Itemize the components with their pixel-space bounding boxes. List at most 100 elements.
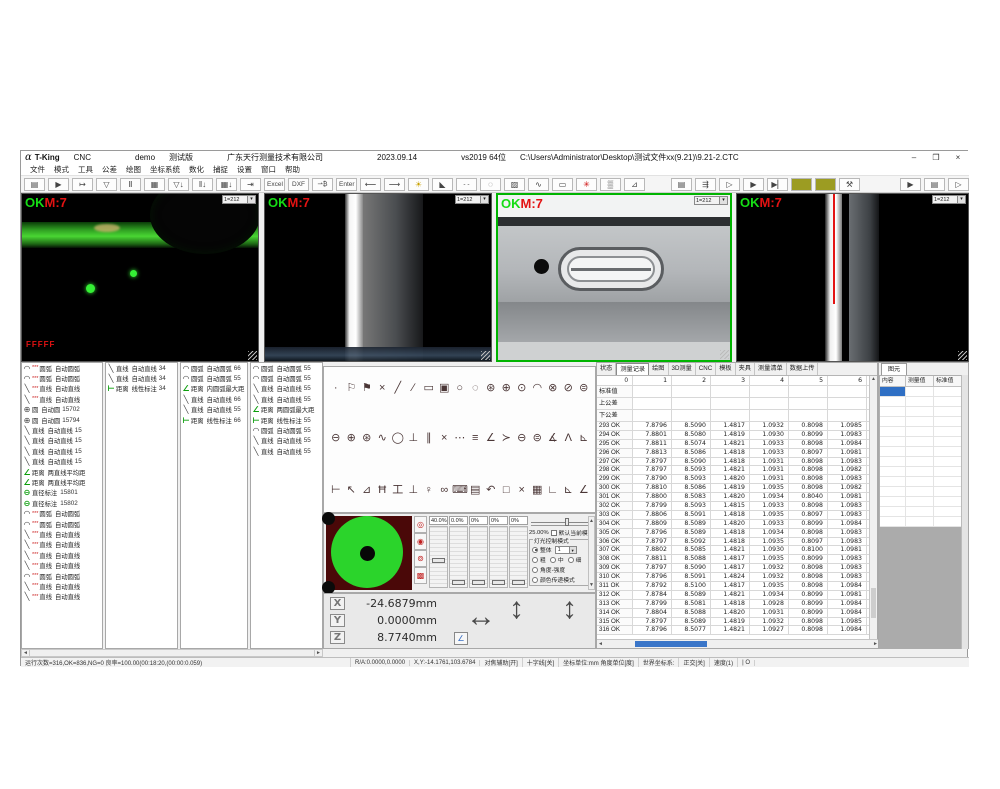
feature-item[interactable]: ◠***圆弧自动圆弧 bbox=[22, 519, 102, 529]
element-row[interactable] bbox=[880, 507, 962, 517]
measure-tool-icon-row2-7[interactable]: × bbox=[437, 431, 453, 447]
measure-tool-icon-row2-3[interactable]: ∿ bbox=[375, 431, 391, 447]
enter-button[interactable]: Enter bbox=[336, 178, 357, 191]
feature-item[interactable]: ◠***圆弧自动圆弧 bbox=[22, 571, 102, 581]
ring-mode-button-0[interactable]: ◎ bbox=[414, 516, 427, 533]
measure-tool-icon-row3-10[interactable]: ↶ bbox=[483, 483, 499, 499]
camera-view-2[interactable]: OKM:7 1=212▾ bbox=[264, 193, 492, 362]
ring-light-indicator[interactable] bbox=[326, 516, 412, 590]
feature-item[interactable]: ╲直线自动直线34 bbox=[106, 373, 177, 383]
play-2-button[interactable]: ▶ bbox=[900, 178, 921, 191]
menu-item-文件[interactable]: 文件 bbox=[30, 164, 45, 175]
feature-item[interactable]: ╲直线自动直线34 bbox=[106, 363, 177, 373]
measure-tool-icon-row3-15[interactable]: ⊾ bbox=[561, 483, 577, 499]
probe-button[interactable]: ▽ bbox=[96, 178, 117, 191]
element-row[interactable] bbox=[880, 457, 962, 467]
default-mode-checkbox[interactable] bbox=[551, 530, 557, 536]
measure-tool-icon-row3-11[interactable]: □ bbox=[499, 483, 515, 499]
table-row[interactable]: 296 OK7.88138.50861.48181.09330.80971.09… bbox=[597, 449, 877, 458]
menu-item-模式[interactable]: 模式 bbox=[54, 164, 69, 175]
measure-tool-icon-row3-0[interactable]: ⊢ bbox=[328, 483, 344, 499]
table-row[interactable]: 312 OK7.87848.50891.48211.09340.80991.09… bbox=[597, 591, 877, 600]
feature-item[interactable]: ╲直线自动直线55 bbox=[251, 446, 322, 456]
table-row[interactable]: 294 OK7.88018.50801.48191.09300.80991.09… bbox=[597, 431, 877, 440]
table-row[interactable]: 300 OK7.88108.50861.48191.09350.80981.09… bbox=[597, 484, 877, 493]
tab-CNC[interactable]: CNC bbox=[696, 363, 716, 375]
element-panel-scrollbar[interactable] bbox=[961, 375, 968, 649]
measure-tool-icon-row3-14[interactable]: ∟ bbox=[545, 483, 561, 499]
camera2-resize-grip[interactable] bbox=[481, 351, 490, 360]
menu-item-坐标系统[interactable]: 坐标系统 bbox=[150, 164, 180, 175]
table-row[interactable]: 293 OK7.87968.50901.48171.09320.80981.09… bbox=[597, 422, 877, 431]
slider-thumb[interactable] bbox=[452, 580, 465, 585]
measure-tool-icon-row3-4[interactable]: 工 bbox=[390, 483, 406, 499]
menu-item-绘图[interactable]: 绘图 bbox=[126, 164, 141, 175]
step-button[interactable]: ↦ bbox=[72, 178, 93, 191]
stop-button[interactable]: ■ bbox=[791, 178, 812, 191]
measure-tool-icon-row1-16[interactable]: ⊜ bbox=[576, 381, 592, 397]
slider-thumb[interactable] bbox=[512, 580, 525, 585]
feature-item[interactable]: ∠距离两直线平均距 bbox=[22, 477, 102, 487]
arrow-right-button[interactable]: ⟶ bbox=[384, 178, 405, 191]
measure-tool-icon-row1-14[interactable]: ⊗ bbox=[545, 381, 561, 397]
tab-测量记录[interactable]: 测量记录 bbox=[616, 363, 649, 375]
table-vertical-scrollbar[interactable]: ▲ bbox=[869, 376, 877, 640]
measure-tool-icon-row2-10[interactable]: ∠ bbox=[483, 431, 499, 447]
element-row[interactable] bbox=[880, 387, 962, 397]
feature-item[interactable]: ⊢距离线性标注55 bbox=[251, 415, 322, 425]
feature-item[interactable]: ╲***直线自动直线 bbox=[22, 384, 102, 394]
element-row[interactable] bbox=[880, 407, 962, 417]
image-button[interactable]: ◣ bbox=[432, 178, 453, 191]
table-row[interactable]: 298 OK7.87978.50931.48211.09310.80981.09… bbox=[597, 466, 877, 475]
radio-color-transfer[interactable] bbox=[532, 577, 538, 583]
feature-item[interactable]: ◠***圆弧自动圆弧 bbox=[22, 508, 102, 518]
element-row[interactable] bbox=[880, 497, 962, 507]
measure-tool-icon-row1-1[interactable]: ⚐ bbox=[344, 381, 360, 397]
measure-tool-icon-row1-0[interactable]: · bbox=[328, 381, 344, 397]
table-row[interactable]: 314 OK7.88048.50881.48201.09310.80991.09… bbox=[597, 609, 877, 618]
camera1-selector[interactable]: 1=212▾ bbox=[222, 195, 256, 204]
excel-export-button[interactable]: Excel bbox=[264, 178, 285, 191]
tools-button[interactable]: ⚒ bbox=[839, 178, 860, 191]
table-row[interactable]: 299 OK7.87908.50931.48201.09310.80981.09… bbox=[597, 475, 877, 484]
measure-tool-icon-row2-2[interactable]: ⊛ bbox=[359, 431, 375, 447]
measure-tool-icon-row2-16[interactable]: ⊾ bbox=[576, 431, 592, 447]
open-3-button[interactable]: ▷ bbox=[948, 178, 969, 191]
ring-mode-button-1[interactable]: ◉ bbox=[414, 533, 427, 550]
tab-夹具[interactable]: 夹具 bbox=[736, 363, 755, 375]
measure-tool-icon-row3-12[interactable]: × bbox=[514, 483, 530, 499]
slider-track[interactable] bbox=[509, 526, 528, 588]
feature-item[interactable]: ⊢距离线性标注34 bbox=[106, 384, 177, 394]
measure-tool-icon-row1-13[interactable]: ◠ bbox=[530, 381, 546, 397]
measure-tool-icon-row1-8[interactable]: ○ bbox=[452, 381, 468, 397]
camera-view-1[interactable]: OKM:7 1=212▾ FFFFF bbox=[21, 193, 259, 362]
menu-item-数化[interactable]: 数化 bbox=[189, 164, 204, 175]
master-slider[interactable] bbox=[531, 518, 593, 526]
measure-tool-icon-row3-3[interactable]: Ħ bbox=[375, 483, 391, 499]
element-row[interactable] bbox=[880, 397, 962, 407]
measure-tool-icon-row2-9[interactable]: ≡ bbox=[468, 431, 484, 447]
measure-tool-icon-row2-4[interactable]: ◯ bbox=[390, 431, 406, 447]
radio-细[interactable] bbox=[568, 557, 574, 563]
list-horizontal-scrollbar[interactable]: ◄► bbox=[21, 649, 323, 657]
feature-item[interactable]: ⊖直径标注15802 bbox=[22, 498, 102, 508]
feature-item[interactable]: ╲直线自动直线55 bbox=[251, 436, 322, 446]
measure-tool-icon-row3-6[interactable]: ♀ bbox=[421, 483, 437, 499]
measure-tool-icon-row2-0[interactable]: ⊖ bbox=[328, 431, 344, 447]
measure-tool-icon-row2-1[interactable]: ⊕ bbox=[344, 431, 360, 447]
feature-item[interactable]: ◠圆弧自动圆弧55 bbox=[251, 425, 322, 435]
measure-tool-icon-row2-5[interactable]: ⊥ bbox=[406, 431, 422, 447]
measure-tool-icon-row1-10[interactable]: ⊛ bbox=[483, 381, 499, 397]
measure-tool-icon-row2-6[interactable]: ∥ bbox=[421, 431, 437, 447]
measure-tool-icon-row1-9[interactable]: ◌ bbox=[468, 381, 484, 397]
element-row[interactable] bbox=[880, 447, 962, 457]
measure-tool-icon-row1-3[interactable]: × bbox=[375, 381, 391, 397]
measure-tool-icon-row1-12[interactable]: ⊙ bbox=[514, 381, 530, 397]
element-row[interactable] bbox=[880, 487, 962, 497]
element-row[interactable] bbox=[880, 427, 962, 437]
element-row[interactable] bbox=[880, 467, 962, 477]
feature-item[interactable]: ◠圆弧自动圆弧55 bbox=[251, 363, 322, 373]
measure-tool-icon-row1-6[interactable]: ▭ bbox=[421, 381, 437, 397]
camera4-resize-grip[interactable] bbox=[958, 351, 967, 360]
table-horizontal-scrollbar[interactable]: ◄► bbox=[597, 639, 879, 648]
